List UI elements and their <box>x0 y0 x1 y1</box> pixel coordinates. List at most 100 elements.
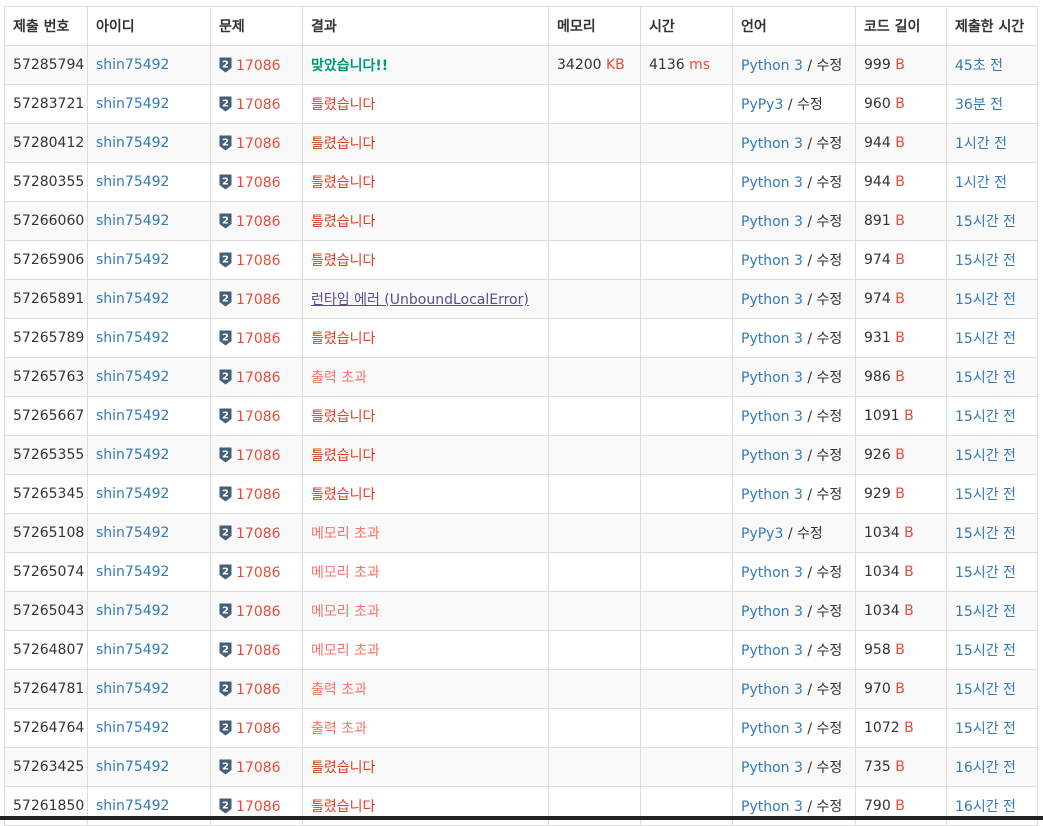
problem-link[interactable]: 17086 <box>236 448 281 464</box>
problem-link[interactable]: 17086 <box>236 214 281 230</box>
problem-link[interactable]: 17086 <box>236 175 281 191</box>
problem-link[interactable]: 17086 <box>236 331 281 347</box>
language-link[interactable]: Python 3 <box>741 136 803 152</box>
user-link[interactable]: shin75492 <box>96 564 169 580</box>
user-link[interactable]: shin75492 <box>96 330 169 346</box>
problem-link[interactable]: 17086 <box>236 58 281 74</box>
edit-link[interactable]: 수정 <box>817 799 843 815</box>
user-link[interactable]: shin75492 <box>96 525 169 541</box>
user-link[interactable]: shin75492 <box>96 252 169 268</box>
submitted-time-link[interactable]: 16시간 전 <box>955 760 1016 776</box>
problem-link[interactable]: 17086 <box>236 565 281 581</box>
problem-link[interactable]: 17086 <box>236 487 281 503</box>
problem-link[interactable]: 17086 <box>236 799 281 815</box>
submitted-time-link[interactable]: 15시간 전 <box>955 253 1016 269</box>
edit-link[interactable]: 수정 <box>817 253 843 269</box>
user-link[interactable]: shin75492 <box>96 681 169 697</box>
edit-link[interactable]: 수정 <box>817 175 843 191</box>
language-link[interactable]: Python 3 <box>741 799 803 815</box>
language-link[interactable]: Python 3 <box>741 604 803 620</box>
submitted-time-link[interactable]: 15시간 전 <box>955 721 1016 737</box>
problem-link[interactable]: 17086 <box>236 721 281 737</box>
submitted-time-link[interactable]: 15시간 전 <box>955 448 1016 464</box>
user-link[interactable]: shin75492 <box>96 720 169 736</box>
submitted-time-link[interactable]: 15시간 전 <box>955 565 1016 581</box>
user-link[interactable]: shin75492 <box>96 759 169 775</box>
edit-link[interactable]: 수정 <box>817 292 843 308</box>
language-link[interactable]: Python 3 <box>741 409 803 425</box>
submitted-time-link[interactable]: 15시간 전 <box>955 214 1016 230</box>
language-link[interactable]: Python 3 <box>741 682 803 698</box>
language-link[interactable]: Python 3 <box>741 175 803 191</box>
edit-link[interactable]: 수정 <box>817 214 843 230</box>
language-link[interactable]: Python 3 <box>741 448 803 464</box>
submitted-time-link[interactable]: 36분 전 <box>955 97 1003 113</box>
language-link[interactable]: PyPy3 <box>741 526 783 542</box>
language-link[interactable]: Python 3 <box>741 643 803 659</box>
problem-link[interactable]: 17086 <box>236 253 281 269</box>
user-link[interactable]: shin75492 <box>96 486 169 502</box>
user-link[interactable]: shin75492 <box>96 642 169 658</box>
submitted-time-link[interactable]: 15시간 전 <box>955 487 1016 503</box>
user-link[interactable]: shin75492 <box>96 369 169 385</box>
language-link[interactable]: Python 3 <box>741 565 803 581</box>
user-link[interactable]: shin75492 <box>96 96 169 112</box>
edit-link[interactable]: 수정 <box>817 565 843 581</box>
submitted-time-link[interactable]: 1시간 전 <box>955 136 1007 152</box>
edit-link[interactable]: 수정 <box>817 487 843 503</box>
submitted-time-link[interactable]: 45초 전 <box>955 58 1003 74</box>
submitted-time-link[interactable]: 15시간 전 <box>955 370 1016 386</box>
submitted-time-link[interactable]: 15시간 전 <box>955 331 1016 347</box>
problem-link[interactable]: 17086 <box>236 682 281 698</box>
user-link[interactable]: shin75492 <box>96 291 169 307</box>
edit-link[interactable]: 수정 <box>817 721 843 737</box>
submitted-time-link[interactable]: 15시간 전 <box>955 292 1016 308</box>
edit-link[interactable]: 수정 <box>817 409 843 425</box>
submitted-time-link[interactable]: 1시간 전 <box>955 175 1007 191</box>
user-link[interactable]: shin75492 <box>96 603 169 619</box>
edit-link[interactable]: 수정 <box>817 58 843 74</box>
language-link[interactable]: Python 3 <box>741 58 803 74</box>
language-link[interactable]: Python 3 <box>741 292 803 308</box>
language-link[interactable]: PyPy3 <box>741 97 783 113</box>
language-link[interactable]: Python 3 <box>741 331 803 347</box>
user-link[interactable]: shin75492 <box>96 408 169 424</box>
edit-link[interactable]: 수정 <box>817 682 843 698</box>
user-link[interactable]: shin75492 <box>96 798 169 814</box>
edit-link[interactable]: 수정 <box>817 604 843 620</box>
problem-link[interactable]: 17086 <box>236 643 281 659</box>
problem-link[interactable]: 17086 <box>236 526 281 542</box>
language-link[interactable]: Python 3 <box>741 760 803 776</box>
problem-link[interactable]: 17086 <box>236 136 281 152</box>
edit-link[interactable]: 수정 <box>817 331 843 347</box>
edit-link[interactable]: 수정 <box>817 370 843 386</box>
edit-link[interactable]: 수정 <box>817 136 843 152</box>
problem-link[interactable]: 17086 <box>236 604 281 620</box>
problem-link[interactable]: 17086 <box>236 760 281 776</box>
user-link[interactable]: shin75492 <box>96 135 169 151</box>
edit-link[interactable]: 수정 <box>817 760 843 776</box>
user-link[interactable]: shin75492 <box>96 213 169 229</box>
user-link[interactable]: shin75492 <box>96 57 169 73</box>
problem-link[interactable]: 17086 <box>236 97 281 113</box>
language-link[interactable]: Python 3 <box>741 487 803 503</box>
submitted-time-link[interactable]: 15시간 전 <box>955 604 1016 620</box>
language-link[interactable]: Python 3 <box>741 214 803 230</box>
user-link[interactable]: shin75492 <box>96 174 169 190</box>
user-link[interactable]: shin75492 <box>96 447 169 463</box>
edit-link[interactable]: 수정 <box>797 526 823 542</box>
edit-link[interactable]: 수정 <box>817 643 843 659</box>
language-link[interactable]: Python 3 <box>741 721 803 737</box>
problem-link[interactable]: 17086 <box>236 409 281 425</box>
language-link[interactable]: Python 3 <box>741 370 803 386</box>
result-text[interactable]: 런타임 에러 (UnboundLocalError) <box>311 292 529 308</box>
edit-link[interactable]: 수정 <box>797 97 823 113</box>
submitted-time-link[interactable]: 15시간 전 <box>955 409 1016 425</box>
problem-link[interactable]: 17086 <box>236 370 281 386</box>
submitted-time-link[interactable]: 16시간 전 <box>955 799 1016 815</box>
problem-link[interactable]: 17086 <box>236 292 281 308</box>
submitted-time-link[interactable]: 15시간 전 <box>955 526 1016 542</box>
submitted-time-link[interactable]: 15시간 전 <box>955 682 1016 698</box>
edit-link[interactable]: 수정 <box>817 448 843 464</box>
submitted-time-link[interactable]: 15시간 전 <box>955 643 1016 659</box>
